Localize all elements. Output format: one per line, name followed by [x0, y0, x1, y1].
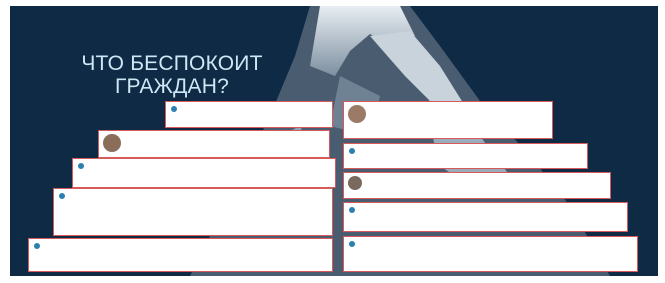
user-icon	[34, 243, 40, 249]
comment-text	[54, 201, 332, 204]
comment-header	[370, 102, 552, 114]
comment-text	[366, 185, 610, 188]
slide-title-line-1: ЧТО БЕСПОКОИТ	[81, 52, 263, 75]
comment-card	[28, 238, 333, 272]
comment-text	[344, 215, 627, 218]
presentation-slide: ЧТО БЕСПОКОИТ ГРАЖДАН?	[10, 6, 658, 276]
comment-header	[344, 203, 627, 215]
user-icon	[171, 106, 177, 112]
comment-text	[370, 114, 552, 117]
comment-text	[344, 249, 637, 252]
slide-title: ЧТО БЕСПОКОИТ ГРАЖДАН?	[62, 52, 282, 98]
comment-card	[343, 172, 611, 199]
user-icon	[78, 163, 84, 169]
comment-card	[72, 158, 336, 188]
comment-card	[98, 130, 330, 158]
comment-text	[29, 251, 332, 254]
comment-card	[343, 202, 628, 232]
comment-header	[125, 131, 329, 143]
avatar	[348, 176, 362, 190]
comment-text	[73, 171, 335, 174]
comment-header	[166, 102, 332, 114]
user-icon	[349, 207, 355, 213]
comment-text	[344, 156, 587, 159]
comment-card	[343, 101, 553, 139]
comment-text	[166, 114, 332, 117]
comment-card	[53, 188, 333, 236]
comment-card	[343, 143, 588, 169]
slide-title-line-2: ГРАЖДАН?	[114, 75, 230, 98]
comment-card	[343, 236, 638, 272]
comment-header	[73, 159, 335, 171]
user-icon	[349, 148, 355, 154]
user-icon	[59, 193, 65, 199]
comment-text	[125, 143, 329, 146]
comment-header	[344, 144, 587, 156]
user-icon	[349, 241, 355, 247]
comment-header	[54, 189, 332, 201]
comment-card	[165, 101, 333, 128]
avatar	[348, 105, 366, 123]
avatar	[103, 134, 121, 152]
comment-header	[344, 237, 637, 249]
comment-header	[366, 173, 610, 185]
comment-header	[29, 239, 332, 251]
